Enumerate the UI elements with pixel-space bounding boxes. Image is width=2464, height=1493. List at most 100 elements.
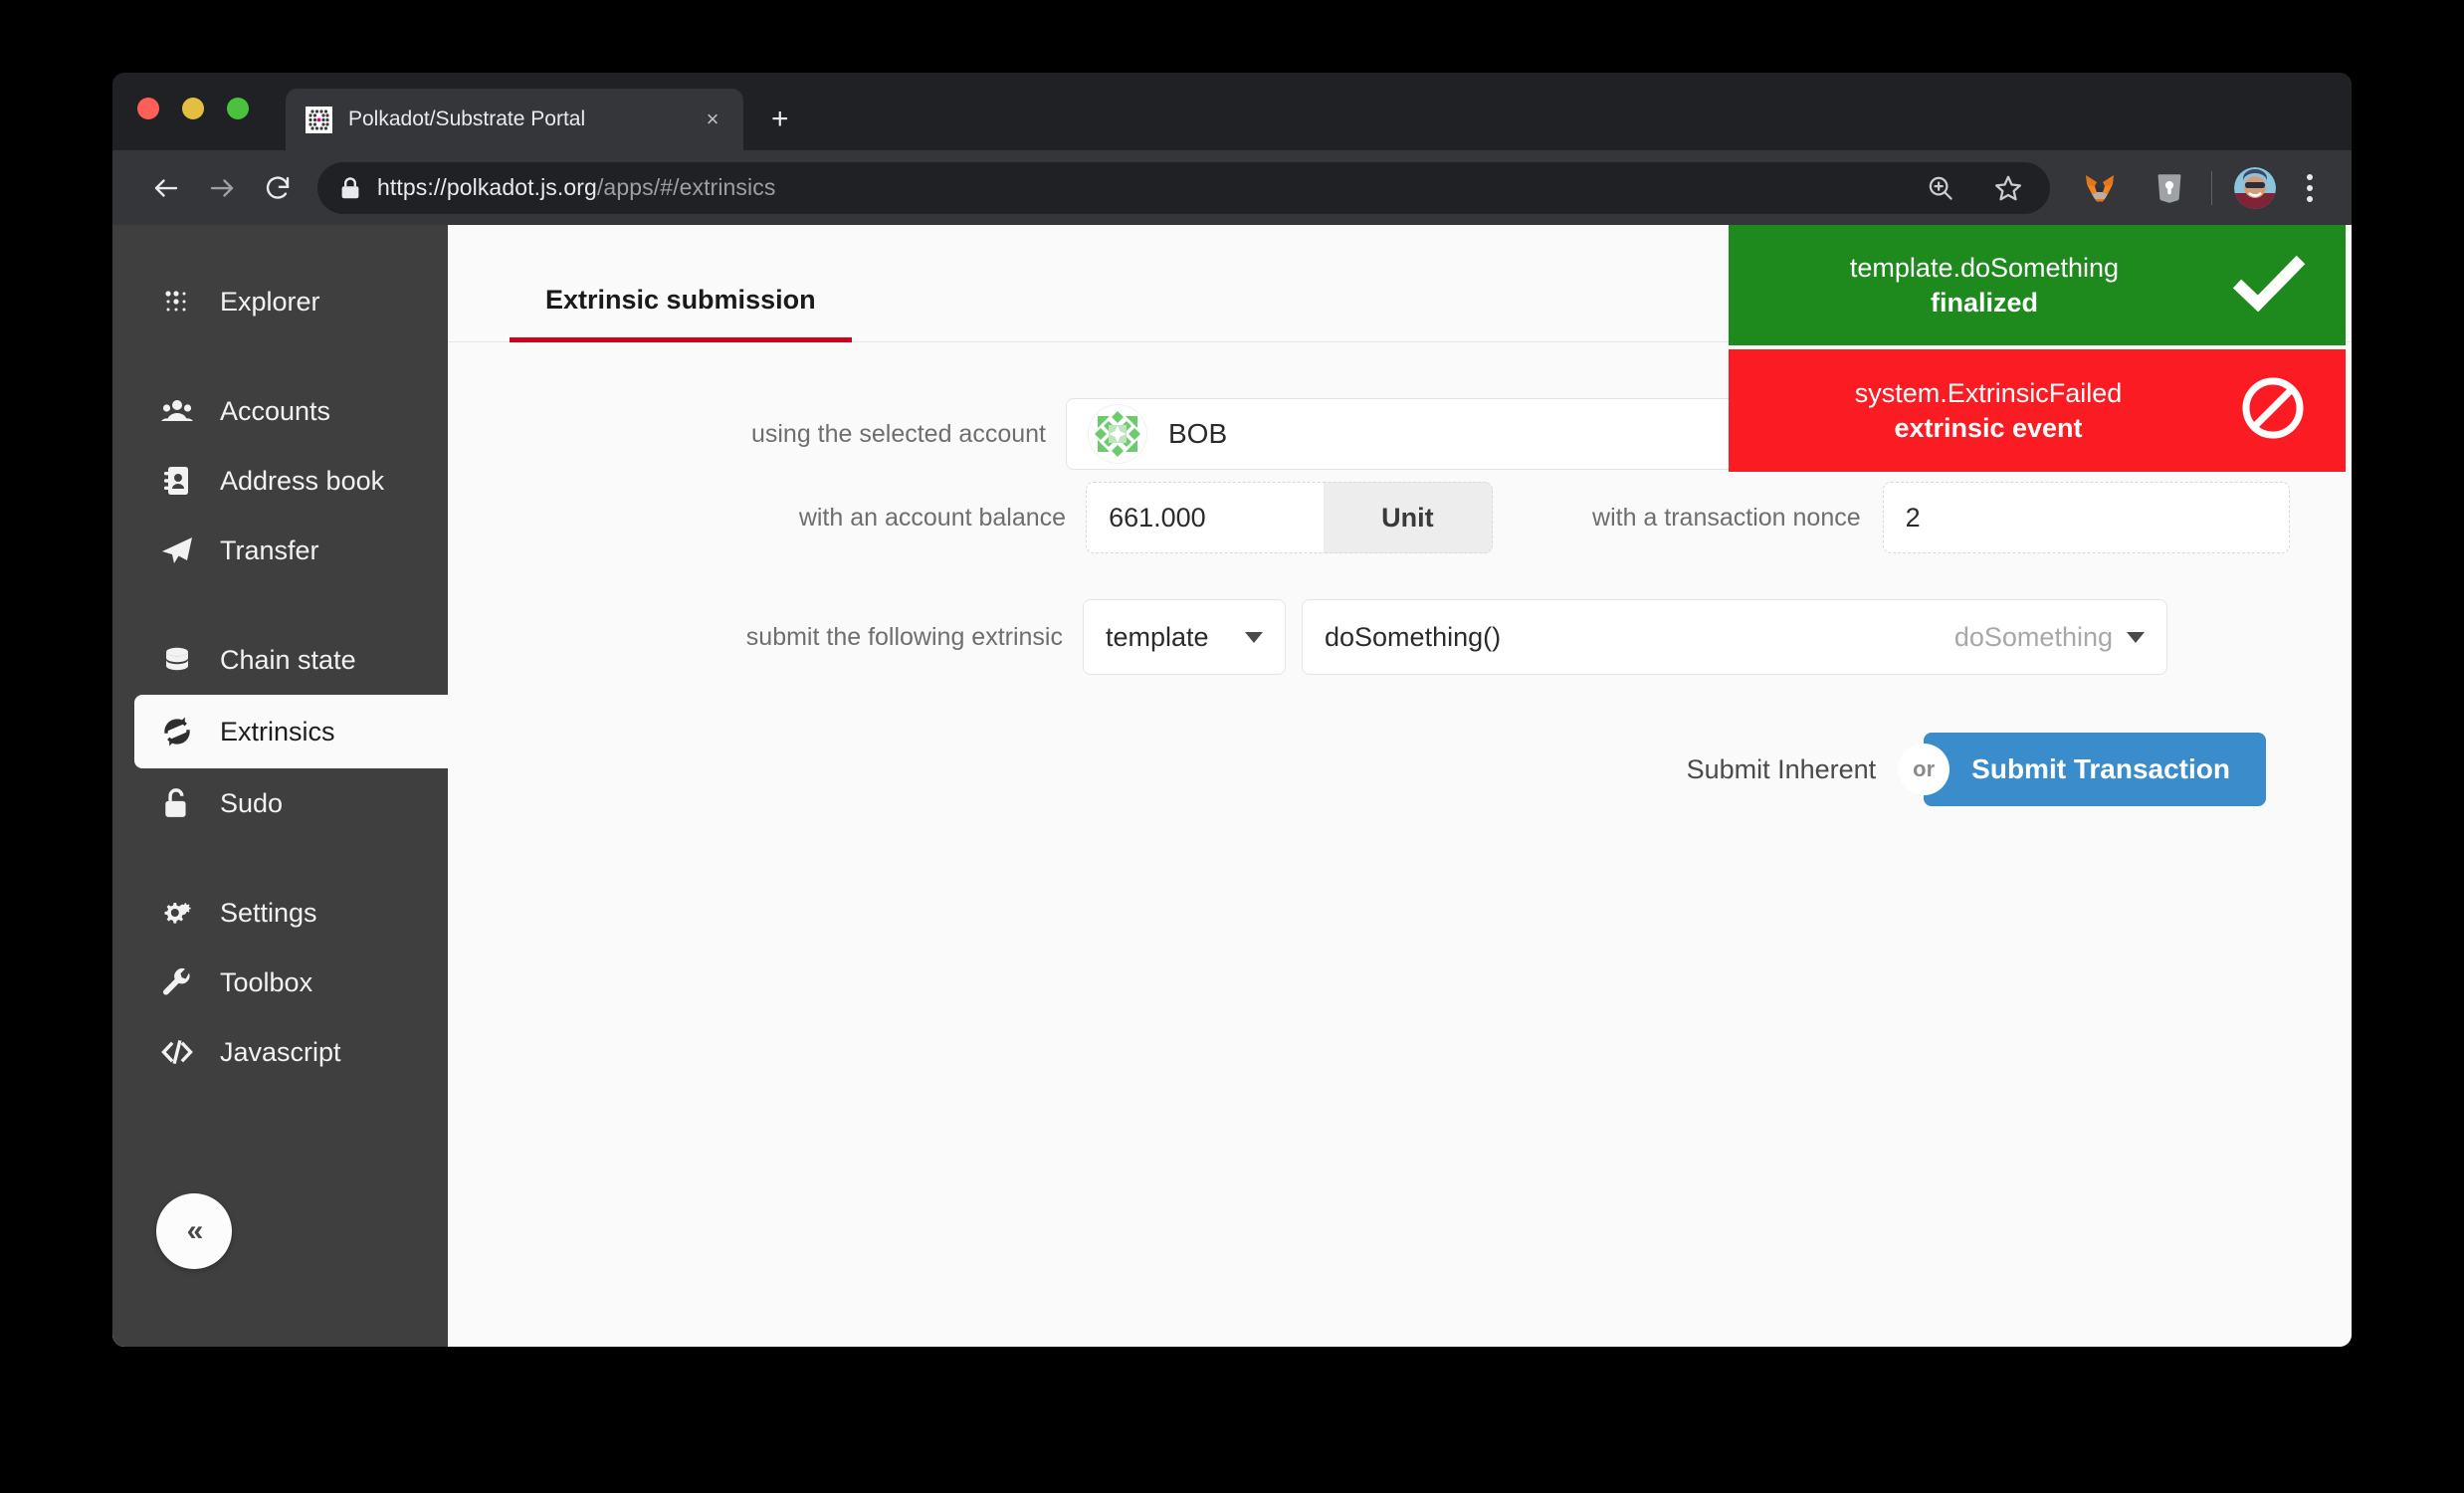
toast-status: extrinsic event <box>1894 412 2083 443</box>
submit-actions: Submit Inherent or Submit Transaction <box>448 733 2290 806</box>
sidebar-item-label: Chain state <box>220 644 356 675</box>
toolbar-divider <box>2211 170 2212 205</box>
database-icon <box>160 643 194 677</box>
gears-icon <box>160 896 194 930</box>
sidebar-item-label: Accounts <box>220 395 331 426</box>
grid-dots-icon <box>160 285 194 319</box>
extrinsic-label: submit the following extrinsic <box>745 622 1063 651</box>
toast-error[interactable]: system.ExtrinsicFailed extrinsic event <box>1729 349 2346 473</box>
method-right: doSomething <box>1954 622 2145 653</box>
check-icon <box>2232 254 2306 317</box>
toast-status: finalized <box>1930 287 2038 318</box>
sidebar-item-settings[interactable]: Settings <box>112 878 448 948</box>
nonce-label: with a transaction nonce <box>1592 503 1861 532</box>
or-badge: or <box>1898 744 1951 795</box>
toast-stack: template.doSomething finalized system.Ex… <box>1729 225 2346 473</box>
url-path: /apps/#/extrinsics <box>596 174 776 200</box>
sidebar-item-chain-state[interactable]: Chain state <box>112 625 448 695</box>
sidebar-group-divider <box>112 336 448 376</box>
sync-icon <box>160 715 194 748</box>
window-maximize-button[interactable] <box>227 98 249 119</box>
zoom-in-icon[interactable] <box>1921 168 1960 208</box>
nonce-value: 2 <box>1882 482 2290 553</box>
sidebar-item-address-book[interactable]: Address book <box>112 446 448 516</box>
sidebar-item-label: Extrinsics <box>220 716 335 746</box>
sidebar-item-explorer[interactable]: Explorer <box>112 267 448 336</box>
sidebar-item-extrinsics[interactable]: Extrinsics <box>134 695 470 768</box>
metamask-extension-icon[interactable] <box>2080 168 2120 208</box>
browser-tab-strip: Polkadot/Substrate Portal × + <box>112 73 2352 150</box>
bookmark-star-icon[interactable] <box>1988 168 2028 208</box>
balance-value: 661.000 <box>1086 482 1324 553</box>
tab-extrinsic-submission[interactable]: Extrinsic submission <box>510 285 852 342</box>
chevron-down-icon <box>2127 631 2145 643</box>
balance-label: with an account balance <box>798 503 1067 532</box>
browser-toolbar: https://polkadot.js.org/apps/#/extrinsic… <box>112 150 2352 225</box>
new-tab-button[interactable]: + <box>771 105 789 134</box>
browser-window: Polkadot/Substrate Portal × + https://po… <box>112 73 2352 1347</box>
wrench-icon <box>160 965 194 999</box>
sidebar-item-label: Sudo <box>220 787 284 818</box>
polkadot-favicon <box>306 106 332 133</box>
sidebar-group-divider <box>112 838 448 878</box>
address-book-icon <box>160 464 194 498</box>
lock-icon <box>339 176 361 200</box>
sidebar-item-label: Javascript <box>220 1036 341 1067</box>
kebab-menu-icon[interactable] <box>2290 167 2330 209</box>
sidebar-item-sudo[interactable]: Sudo <box>112 768 448 838</box>
code-icon <box>160 1035 194 1069</box>
browser-tab-title: Polkadot/Substrate Portal <box>348 107 586 130</box>
sidebar-item-accounts[interactable]: Accounts <box>112 376 448 446</box>
sidebar-item-toolbox[interactable]: Toolbox <box>112 948 448 1017</box>
sidebar-collapse-button[interactable]: « <box>156 1193 232 1269</box>
account-identicon <box>1089 405 1146 463</box>
module-value: template <box>1106 621 1209 652</box>
sidebar-item-transfer[interactable]: Transfer <box>112 516 448 585</box>
submit-transaction-button[interactable]: Submit Transaction <box>1924 733 2266 806</box>
close-icon[interactable]: × <box>700 108 725 130</box>
toast-text: system.ExtrinsicFailed extrinsic event <box>1762 376 2214 445</box>
main-content: Extrinsic submission using the selected … <box>448 225 2352 1347</box>
profile-avatar[interactable] <box>2234 166 2276 209</box>
url-host: https://polkadot.js.org <box>377 174 597 200</box>
balance-group: 661.000 Unit <box>1086 482 1493 553</box>
sidebar-item-javascript[interactable]: Javascript <box>112 1017 448 1087</box>
method-hint: doSomething <box>1953 621 2113 652</box>
reload-icon[interactable] <box>250 160 306 216</box>
window-traffic-lights <box>137 98 249 119</box>
toast-text: template.doSomething finalized <box>1762 251 2206 320</box>
account-label: using the selected account <box>750 419 1046 448</box>
chevron-down-icon <box>1245 631 1263 643</box>
sidebar-item-label: Address book <box>220 465 385 496</box>
method-value: doSomething() <box>1325 621 1502 652</box>
page-viewport: Explorer Accounts Address book Transfer … <box>112 225 2352 1347</box>
back-arrow-icon[interactable] <box>138 160 194 216</box>
omnibox-actions <box>1901 168 2028 208</box>
sidebar-item-label: Transfer <box>220 534 319 565</box>
no-entry-icon <box>2240 375 2306 446</box>
url-text: https://polkadot.js.org/apps/#/extrinsic… <box>377 174 775 201</box>
balance-nonce-row: with an account balance 661.000 Unit wit… <box>448 482 2290 553</box>
sidebar-item-label: Settings <box>220 897 317 928</box>
submit-inherent-button[interactable]: Submit Inherent <box>1687 754 1899 785</box>
window-minimize-button[interactable] <box>182 98 204 119</box>
account-name: BOB <box>1168 418 1228 449</box>
users-icon <box>160 394 194 428</box>
method-select[interactable]: doSomething() doSomething <box>1302 599 2167 675</box>
toast-title: template.doSomething <box>1849 253 2120 283</box>
module-select[interactable]: template <box>1083 599 1286 675</box>
forward-arrow-icon[interactable] <box>194 160 250 216</box>
window-close-button[interactable] <box>137 98 159 119</box>
balance-unit: Unit <box>1323 482 1493 553</box>
browser-tab[interactable]: Polkadot/Substrate Portal × <box>286 89 743 150</box>
unlock-icon <box>160 786 194 820</box>
toast-title: system.ExtrinsicFailed <box>1854 378 2123 409</box>
extrinsic-row: submit the following extrinsic template … <box>448 599 2290 675</box>
paper-plane-icon <box>160 533 194 567</box>
sidebar-group-divider <box>112 585 448 625</box>
browser-extensions <box>2080 168 2189 208</box>
toast-success[interactable]: template.doSomething finalized <box>1729 225 2346 346</box>
vault-extension-icon[interactable] <box>2150 168 2189 208</box>
app-sidebar: Explorer Accounts Address book Transfer … <box>112 225 470 1347</box>
address-bar[interactable]: https://polkadot.js.org/apps/#/extrinsic… <box>317 161 2050 214</box>
